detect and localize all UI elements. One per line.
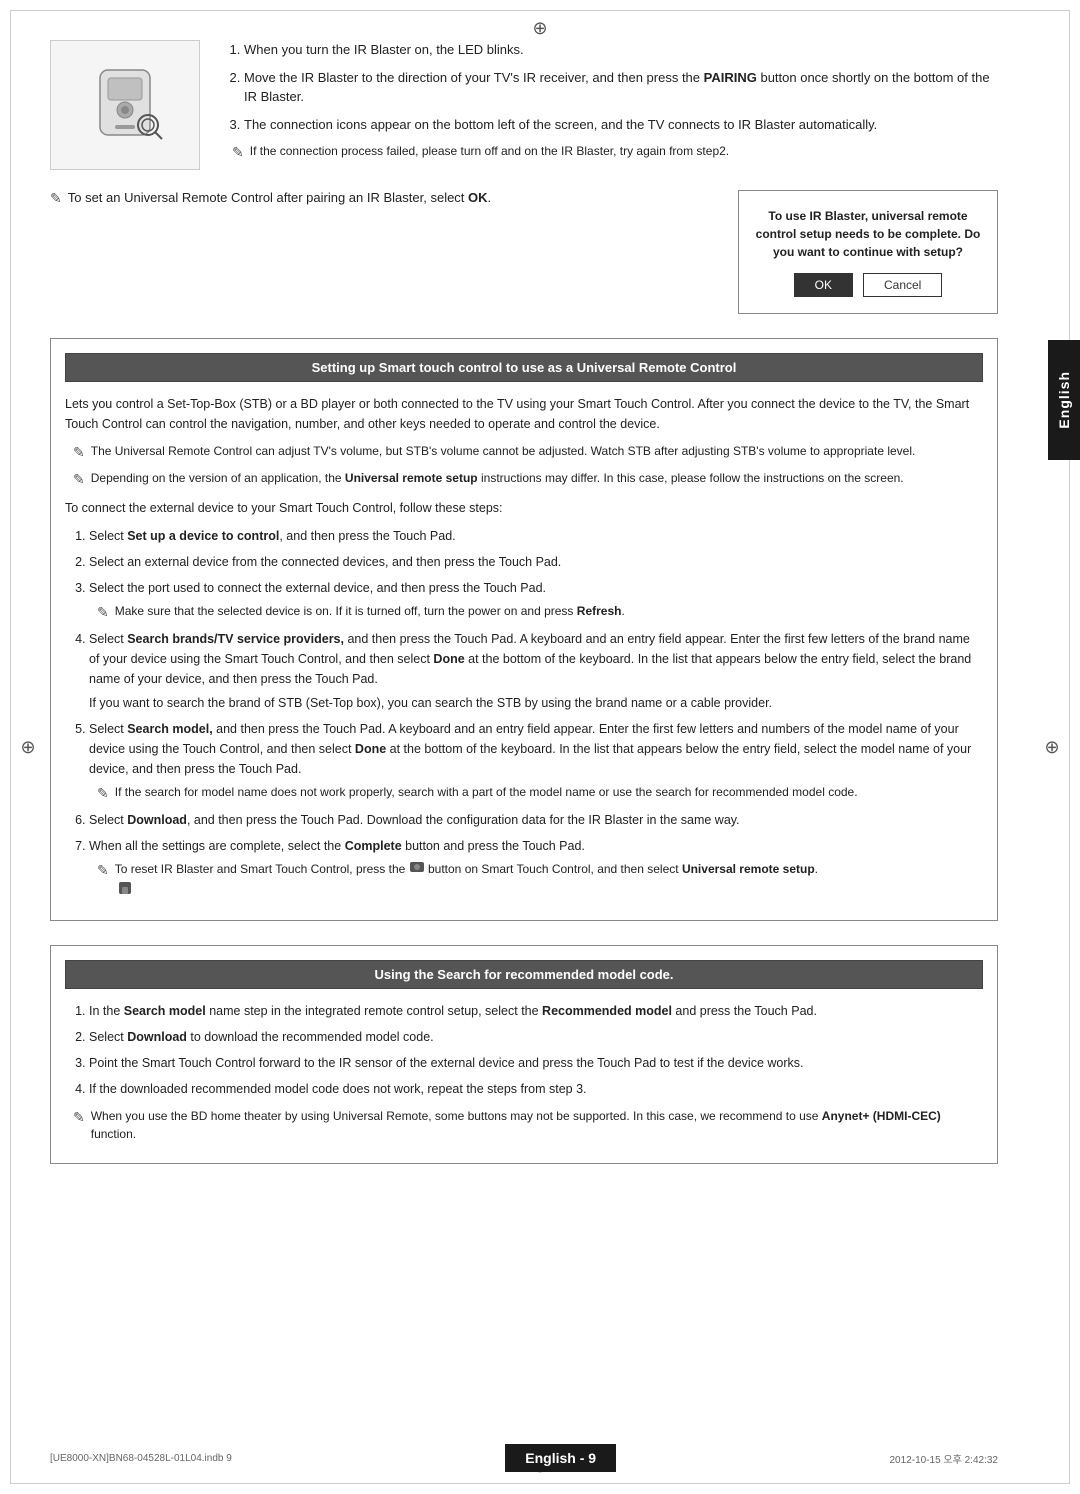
dialog-buttons: OK Cancel xyxy=(755,273,981,297)
home-icon xyxy=(115,878,135,898)
section2-step-1: In the Search model name step in the int… xyxy=(89,1001,983,1021)
footer-date: 2012-10-15 오후 2:42:32 xyxy=(890,1451,998,1466)
section1-step3-note: ✎ Make sure that the selected device is … xyxy=(89,602,983,623)
section2-heading: Using the Search for recommended model c… xyxy=(65,960,983,989)
section2-note: ✎ When you use the BD home theater by us… xyxy=(65,1107,983,1143)
section2-step-2: Select Download to download the recommen… xyxy=(89,1027,983,1047)
section1-heading: Setting up Smart touch control to use as… xyxy=(65,353,983,382)
footer-file: [UE8000-XN]BN68-04528L-01L04.indb 9 xyxy=(50,1453,232,1464)
section1-step7-note: ✎ To reset IR Blaster and Smart Touch Co… xyxy=(89,860,983,898)
section1-step4-subnote: If you want to search the brand of STB (… xyxy=(89,693,983,713)
crosshair-left-icon xyxy=(18,737,38,757)
note-icon-2: ✎ xyxy=(73,469,85,490)
dialog-ok-button[interactable]: OK xyxy=(794,273,853,297)
step-2: Move the IR Blaster to the direction of … xyxy=(244,68,998,107)
dialog-box: To use IR Blaster, universal remote cont… xyxy=(738,190,998,314)
top-note-text: To set an Universal Remote Control after… xyxy=(68,190,491,205)
note-icon-s2: ✎ xyxy=(73,1107,85,1128)
device-image xyxy=(50,40,200,170)
steps-list: When you turn the IR Blaster on, the LED… xyxy=(224,40,998,170)
note-icon-3a: ✎ xyxy=(97,602,109,623)
dialog-text: To use IR Blaster, universal remote cont… xyxy=(755,207,981,261)
section1-step-7: When all the settings are complete, sele… xyxy=(89,836,983,898)
language-sidebar: English xyxy=(1048,340,1080,460)
top-note-1: ✎ If the connection process failed, plea… xyxy=(224,142,998,163)
top-section: When you turn the IR Blaster on, the LED… xyxy=(50,40,998,170)
crosshair-right-icon xyxy=(1042,737,1062,757)
note-pencil-icon: ✎ xyxy=(232,142,244,163)
section1-step-3: Select the port used to connect the exte… xyxy=(89,578,983,623)
section1-box: Setting up Smart touch control to use as… xyxy=(50,338,998,921)
top-note-section: ✎ To set an Universal Remote Control aft… xyxy=(50,190,998,314)
page-footer: [UE8000-XN]BN68-04528L-01L04.indb 9 Engl… xyxy=(0,1444,1048,1472)
section2-step-3: Point the Smart Touch Control forward to… xyxy=(89,1053,983,1073)
section1-note-1: ✎ The Universal Remote Control can adjus… xyxy=(65,442,983,463)
section1-step-5: Select Search model, and then press the … xyxy=(89,719,983,804)
step-3: The connection icons appear on the botto… xyxy=(244,115,998,135)
remote-btn-icon xyxy=(409,861,425,873)
section1-note-2: ✎ Depending on the version of an applica… xyxy=(65,469,983,490)
dialog-cancel-button[interactable]: Cancel xyxy=(863,273,942,297)
section1-pre-steps: To connect the external device to your S… xyxy=(65,498,983,518)
section1-body: Lets you control a Set-Top-Box (STB) or … xyxy=(65,394,983,898)
section1-steps: Select Set up a device to control, and t… xyxy=(65,526,983,898)
section1-intro: Lets you control a Set-Top-Box (STB) or … xyxy=(65,394,983,434)
section1-step-1: Select Set up a device to control, and t… xyxy=(89,526,983,546)
note-icon-1: ✎ xyxy=(73,442,85,463)
section1-step5-note: ✎ If the search for model name does not … xyxy=(89,783,983,804)
section2-body: In the Search model name step in the int… xyxy=(65,1001,983,1143)
section2-steps: In the Search model name step in the int… xyxy=(65,1001,983,1099)
note-pencil-icon-2: ✎ xyxy=(50,190,62,207)
section1-step-2: Select an external device from the conne… xyxy=(89,552,983,572)
footer-page-label: English - 9 xyxy=(505,1444,616,1472)
section2-step-4: If the downloaded recommended model code… xyxy=(89,1079,983,1099)
step-1: When you turn the IR Blaster on, the LED… xyxy=(244,40,998,60)
main-content: When you turn the IR Blaster on, the LED… xyxy=(0,0,1048,1228)
note-icon-5: ✎ xyxy=(97,783,109,804)
section2-box: Using the Search for recommended model c… xyxy=(50,945,998,1164)
note-icon-7: ✎ xyxy=(97,860,109,881)
section1-step-4: Select Search brands/TV service provider… xyxy=(89,629,983,713)
ir-blaster-svg xyxy=(70,50,180,160)
crosshair-top-icon xyxy=(530,18,550,38)
top-note-ok: ✎ To set an Universal Remote Control aft… xyxy=(50,190,718,207)
section1-step-6: Select Download, and then press the Touc… xyxy=(89,810,983,830)
